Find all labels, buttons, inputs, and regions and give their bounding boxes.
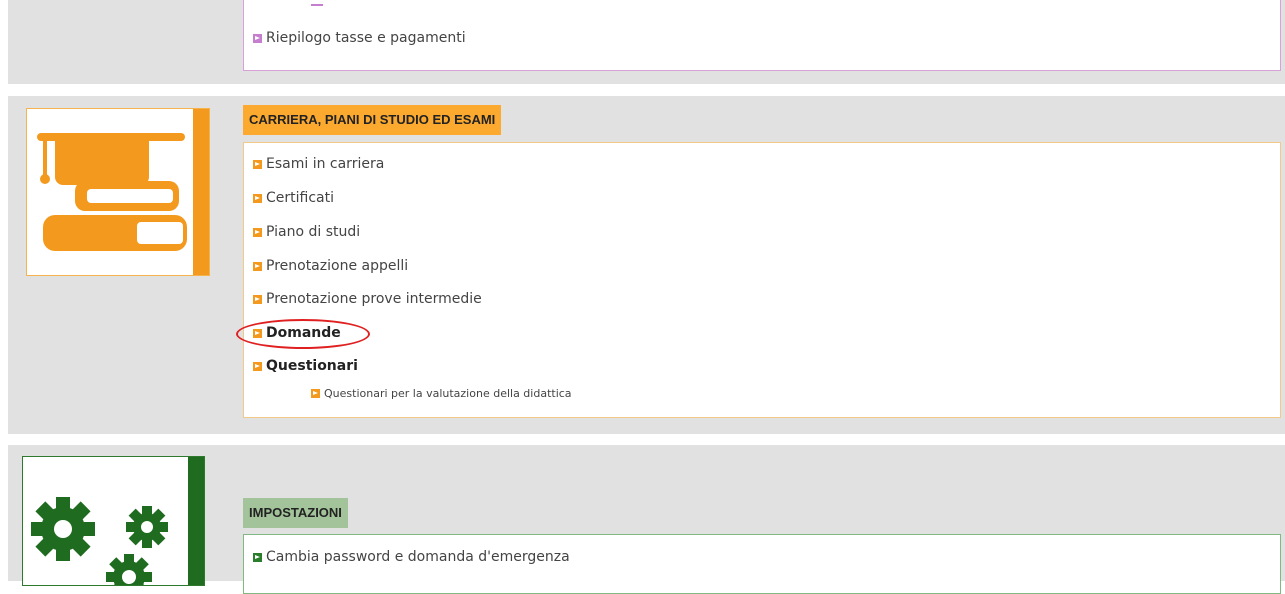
arrow-icon	[253, 159, 262, 169]
arrow-icon	[253, 33, 262, 43]
link-label: Prenotazione prove intermedie	[266, 291, 482, 307]
link-label: Esami in carriera	[266, 156, 385, 172]
link-prenotazione-prove-intermedie[interactable]: Prenotazione prove intermedie	[253, 291, 482, 307]
link-questionari-valutazione-didattica[interactable]: Questionari per la valutazione della did…	[311, 387, 572, 400]
arrow-icon	[311, 389, 320, 398]
arrow-icon	[253, 294, 262, 304]
arrow-icon	[253, 261, 262, 271]
decorative-dash	[311, 4, 323, 6]
arrow-icon	[253, 361, 262, 371]
link-cambia-password[interactable]: Cambia password e domanda d'emergenza	[253, 549, 570, 565]
gears-icon	[22, 456, 205, 586]
link-label: Prenotazione appelli	[266, 258, 409, 274]
link-esami-in-carriera[interactable]: Esami in carriera	[253, 156, 384, 172]
highlight-circle	[236, 319, 370, 349]
graduation-cap-books-icon	[26, 108, 210, 276]
career-links-panel	[243, 142, 1281, 418]
link-label: Cambia password e domanda d'emergenza	[266, 549, 570, 565]
career-section-title: CARRIERA, PIANI DI STUDIO ED ESAMI	[243, 105, 502, 135]
link-piano-di-studi[interactable]: Piano di studi	[253, 224, 360, 240]
link-label: Certificati	[266, 190, 334, 206]
link-label: Riepilogo tasse e pagamenti	[266, 30, 466, 46]
link-prenotazione-appelli[interactable]: Prenotazione appelli	[253, 258, 408, 274]
link-questionari[interactable]: Questionari	[253, 358, 358, 374]
arrow-icon	[253, 552, 262, 562]
link-certificati[interactable]: Certificati	[253, 190, 334, 206]
settings-section-title: IMPOSTAZIONI	[243, 498, 348, 528]
arrow-icon	[253, 193, 262, 203]
link-label: Piano di studi	[266, 224, 361, 240]
link-riepilogo-tasse[interactable]: Riepilogo tasse e pagamenti	[253, 30, 466, 46]
link-label: Questionari per la valutazione della did…	[324, 387, 572, 400]
arrow-icon	[253, 227, 262, 237]
link-label: Questionari	[266, 358, 358, 374]
